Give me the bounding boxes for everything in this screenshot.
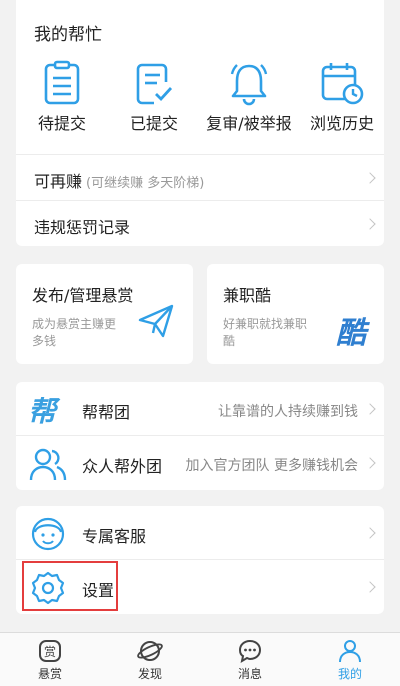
- publish-reward-subtitle: 成为悬赏主赚更多钱: [32, 317, 117, 348]
- part-time-title: 兼职酷: [223, 286, 272, 305]
- earn-again-label: 可再赚 (可继续赚 多天阶梯): [34, 172, 205, 191]
- person-icon: [339, 640, 361, 663]
- bangbangtuan-row[interactable]: 帮 帮帮团 让靠谱的人持续赚到钱: [16, 386, 384, 432]
- publish-reward-card[interactable]: 发布/管理悬赏 成为悬赏主赚更多钱: [16, 264, 193, 364]
- clipboard-check-icon: [136, 63, 173, 105]
- bottom-nav: 赏 悬赏 发现 消息 我的: [0, 632, 400, 686]
- svg-text:赏: 赏: [44, 645, 56, 659]
- nav-discover[interactable]: 发现: [100, 633, 200, 686]
- nav-label: 消息: [237, 667, 262, 681]
- publish-reward-title: 发布/管理悬赏: [32, 286, 134, 305]
- customer-service-row[interactable]: 专属客服: [16, 510, 384, 556]
- chevron-right-icon: [364, 527, 376, 539]
- jianzhiku-logo: 酷: [336, 316, 366, 351]
- penalty-record-row[interactable]: 违规惩罚记录: [16, 201, 384, 247]
- earn-again-row[interactable]: 可再赚 (可继续赚 多天阶梯): [16, 155, 384, 201]
- people-group-icon: [29, 448, 67, 481]
- chat-icon: [238, 639, 262, 664]
- customer-service-icon: [31, 517, 65, 551]
- my-help-title: 我的帮忙: [34, 25, 102, 45]
- calendar-clock-icon: [321, 63, 364, 105]
- customer-service-title: 专属客服: [82, 527, 147, 546]
- help-item-label: 待提交: [37, 114, 86, 133]
- penalty-record-label: 违规惩罚记录: [34, 218, 131, 237]
- settings-highlight-box: [22, 561, 118, 611]
- chevron-right-icon: [364, 403, 376, 415]
- part-time-subtitle: 好兼职就找兼职酷: [223, 317, 308, 348]
- divider: [16, 559, 384, 560]
- help-item-pending[interactable]: 待提交: [16, 60, 108, 150]
- reward-icon: 赏: [39, 640, 61, 662]
- bangbangtuan-desc: 让靠谱的人持续赚到钱: [218, 404, 358, 420]
- chevron-right-icon: [364, 172, 376, 184]
- earn-again-subtitle: (可继续赚 多天阶梯): [86, 176, 205, 191]
- nav-label: 悬赏: [37, 667, 62, 681]
- nav-messages[interactable]: 消息: [200, 633, 300, 686]
- my-help-grid: 待提交 已提交 复审/被举报 浏览历史: [16, 60, 384, 150]
- bell-icon: [230, 64, 268, 106]
- chevron-right-icon: [364, 457, 376, 469]
- external-group-desc: 加入官方团队 更多赚钱机会: [185, 458, 358, 474]
- bangbangtuan-logo: 帮: [28, 395, 57, 428]
- help-item-history[interactable]: 浏览历史: [296, 60, 388, 150]
- help-item-submitted[interactable]: 已提交: [108, 60, 200, 150]
- external-group-row[interactable]: 众人帮外团 加入官方团队 更多赚钱机会: [16, 440, 384, 486]
- external-group-title: 众人帮外团: [82, 457, 163, 476]
- paper-plane-icon: [138, 304, 174, 338]
- nav-mine[interactable]: 我的: [300, 633, 400, 686]
- chevron-right-icon: [364, 218, 376, 230]
- groups-card: 帮 帮帮团 让靠谱的人持续赚到钱 众人帮外团 加入官方团队 更多赚钱机会: [16, 382, 384, 490]
- clipboard-list-icon: [44, 60, 80, 105]
- nav-reward[interactable]: 赏 悬赏: [0, 633, 100, 686]
- planet-icon: [137, 641, 163, 661]
- bangbangtuan-title: 帮帮团: [82, 403, 131, 422]
- my-help-card: 我的帮忙 待提交 已提交 复审/被举报 浏览历史 可再赚 (可继续赚 多天阶梯)…: [16, 0, 384, 246]
- help-item-label: 已提交: [129, 114, 178, 133]
- help-item-label: 复审/被举报: [206, 114, 292, 133]
- help-item-label: 浏览历史: [309, 114, 374, 133]
- divider: [16, 435, 384, 436]
- nav-label: 我的: [337, 667, 362, 681]
- help-item-review[interactable]: 复审/被举报: [194, 60, 304, 150]
- nav-label: 发现: [137, 667, 162, 681]
- chevron-right-icon: [364, 581, 376, 593]
- part-time-card[interactable]: 兼职酷 好兼职就找兼职酷 酷: [207, 264, 384, 364]
